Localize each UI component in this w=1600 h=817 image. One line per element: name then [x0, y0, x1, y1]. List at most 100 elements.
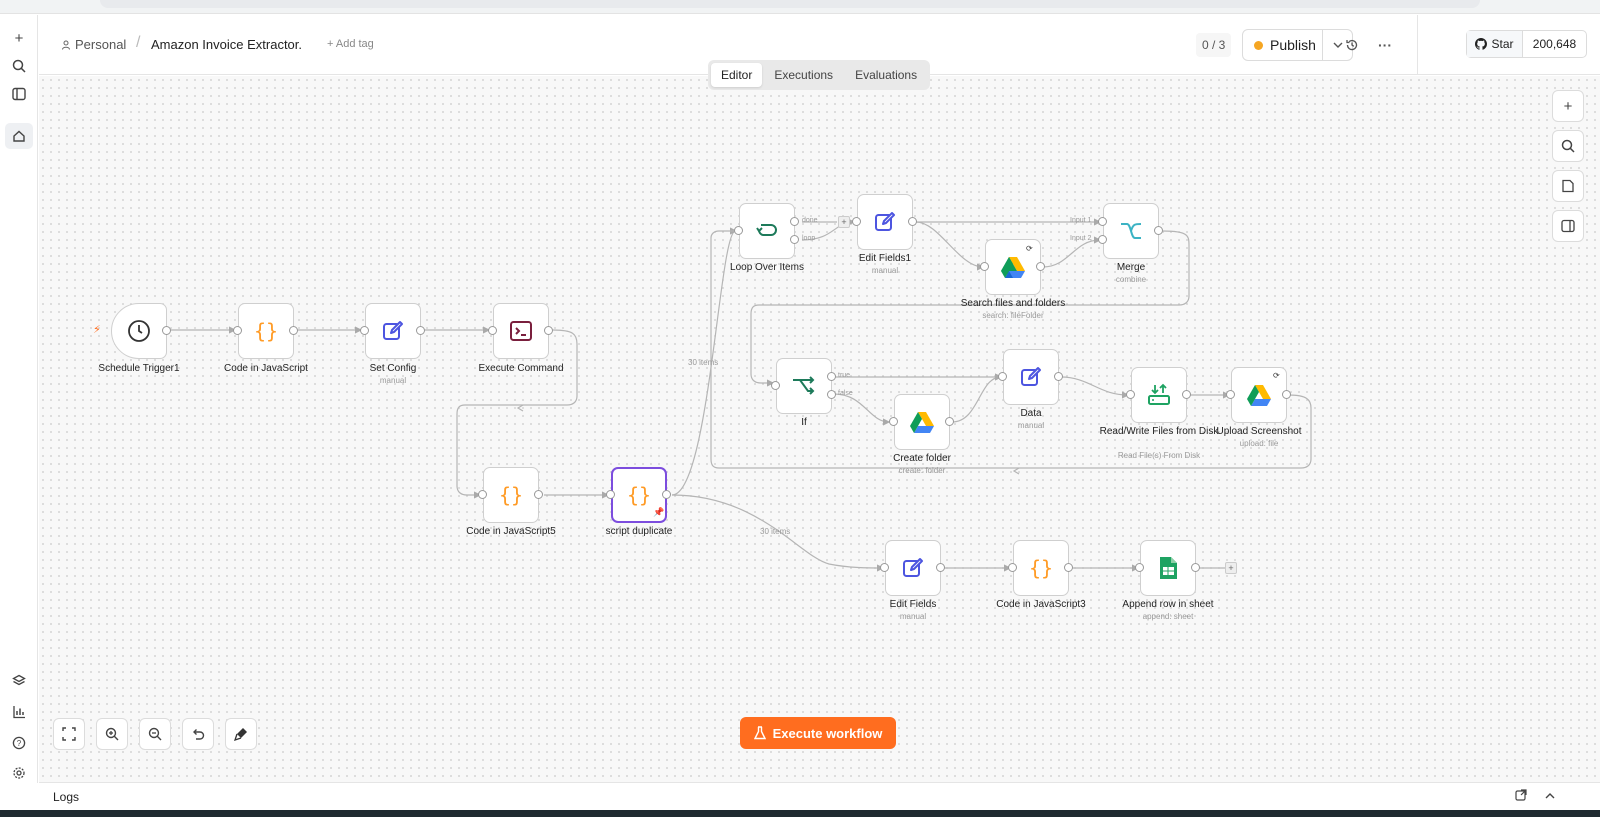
output-port[interactable]: [1036, 262, 1045, 271]
undo-icon[interactable]: [182, 718, 214, 750]
add-node-icon[interactable]: +: [1552, 90, 1584, 122]
output-port[interactable]: [1191, 563, 1200, 572]
help-icon[interactable]: ?: [5, 730, 33, 756]
output-port-done[interactable]: [790, 217, 799, 226]
output-port[interactable]: [908, 217, 917, 226]
github-star-widget[interactable]: Star 200,648: [1466, 30, 1587, 58]
input-port-1[interactable]: [1098, 217, 1107, 226]
logs-panel[interactable]: Logs: [39, 782, 1600, 810]
input-port[interactable]: [1226, 390, 1235, 399]
publish-button[interactable]: Publish: [1242, 29, 1353, 61]
panel-toggle-icon[interactable]: [1552, 210, 1584, 242]
svg-text:{}: {}: [499, 483, 523, 507]
input-port[interactable]: [771, 381, 780, 390]
view-tabs: Editor Executions Evaluations: [708, 60, 931, 90]
output-port[interactable]: [1154, 226, 1163, 235]
node-sub-edit-fields: manual: [899, 612, 927, 621]
node-code-javascript[interactable]: {}: [238, 303, 294, 359]
home-icon[interactable]: [5, 123, 33, 149]
add-node-icon[interactable]: +: [838, 216, 850, 228]
node-code-javascript3[interactable]: {}: [1013, 540, 1069, 596]
output-port[interactable]: [289, 326, 298, 335]
tab-executions[interactable]: Executions: [764, 63, 843, 87]
tab-editor[interactable]: Editor: [711, 63, 763, 87]
node-schedule-trigger[interactable]: [111, 303, 167, 359]
sticky-note-icon[interactable]: [1552, 170, 1584, 202]
input-port[interactable]: [233, 326, 242, 335]
zoom-out-icon[interactable]: [139, 718, 171, 750]
output-port-loop[interactable]: [790, 235, 799, 244]
node-edit-fields1[interactable]: [857, 194, 913, 250]
output-port[interactable]: [544, 326, 553, 335]
input-port-2[interactable]: [1098, 235, 1107, 244]
output-port[interactable]: [534, 490, 543, 499]
input-port[interactable]: [734, 226, 743, 235]
insights-icon[interactable]: [5, 699, 33, 725]
zoom-in-icon[interactable]: [96, 718, 128, 750]
chevron-up-icon[interactable]: [1545, 789, 1555, 803]
more-options-icon[interactable]: ···: [1375, 35, 1395, 55]
add-icon[interactable]: +: [5, 25, 33, 51]
history-icon[interactable]: [1342, 35, 1362, 55]
output-port[interactable]: [416, 326, 425, 335]
settings-icon[interactable]: [5, 760, 33, 786]
node-set-config[interactable]: [365, 303, 421, 359]
node-if[interactable]: [776, 358, 832, 414]
input-port[interactable]: [360, 326, 369, 335]
output-port[interactable]: [662, 490, 671, 499]
node-label-edit-fields1: Edit Fields1: [858, 253, 912, 264]
input-port[interactable]: [478, 490, 487, 499]
input-port[interactable]: [1135, 563, 1144, 572]
breadcrumb-project[interactable]: Personal: [61, 37, 126, 52]
input-port[interactable]: [852, 217, 861, 226]
svg-text:{}: {}: [1029, 556, 1053, 580]
fit-view-icon[interactable]: [53, 718, 85, 750]
workflow-title[interactable]: Amazon Invoice Extractor.: [151, 37, 302, 52]
input-port[interactable]: [880, 563, 889, 572]
output-port-true[interactable]: [827, 372, 836, 381]
output-port[interactable]: [1054, 372, 1063, 381]
output-port[interactable]: [936, 563, 945, 572]
templates-icon[interactable]: [5, 668, 33, 694]
node-append-row-sheet[interactable]: [1140, 540, 1196, 596]
loop-icon: [756, 224, 777, 236]
github-star-button[interactable]: Star: [1467, 31, 1523, 57]
node-merge[interactable]: [1103, 203, 1159, 259]
edge-label-items: 30 items: [688, 358, 719, 367]
tab-evaluations[interactable]: Evaluations: [845, 63, 927, 87]
input-port[interactable]: [488, 326, 497, 335]
node-edit-fields[interactable]: [885, 540, 941, 596]
output-port[interactable]: [1282, 390, 1291, 399]
input-port[interactable]: [606, 490, 615, 499]
node-sub-create-folder: create: folder: [898, 466, 946, 475]
tidy-up-icon[interactable]: [225, 718, 257, 750]
address-bar[interactable]: [100, 0, 1480, 8]
search-icon[interactable]: [5, 53, 33, 79]
output-port[interactable]: [162, 326, 171, 335]
input-port[interactable]: [889, 417, 898, 426]
output-port-false[interactable]: [827, 390, 836, 399]
add-tag-button[interactable]: + Add tag: [327, 38, 374, 50]
output-port[interactable]: [1064, 563, 1073, 572]
popout-icon[interactable]: [1515, 789, 1527, 804]
input-port[interactable]: [998, 372, 1007, 381]
input-port[interactable]: [1008, 563, 1017, 572]
add-node-icon[interactable]: +: [1225, 562, 1237, 574]
input-port[interactable]: [980, 262, 989, 271]
node-loop-over-items[interactable]: [739, 203, 795, 259]
node-data[interactable]: [1003, 349, 1059, 405]
workflow-canvas[interactable]: Editor Executions Evaluations ⚡ Schedule…: [39, 60, 1600, 782]
google-drive-icon: [910, 412, 934, 433]
input-port[interactable]: [1126, 390, 1135, 399]
refresh-icon: ⟳: [1026, 244, 1033, 253]
output-port[interactable]: [1182, 390, 1191, 399]
node-read-write-files[interactable]: [1131, 367, 1187, 423]
output-port[interactable]: [945, 417, 954, 426]
node-execute-command[interactable]: [493, 303, 549, 359]
node-label-execute-command: Execute Command: [478, 363, 564, 374]
sidebar-toggle-icon[interactable]: [5, 81, 33, 107]
execute-workflow-button[interactable]: Execute workflow: [740, 717, 896, 749]
search-icon[interactable]: [1552, 130, 1584, 162]
node-create-folder[interactable]: [894, 394, 950, 450]
node-code-javascript5[interactable]: {}: [483, 467, 539, 523]
